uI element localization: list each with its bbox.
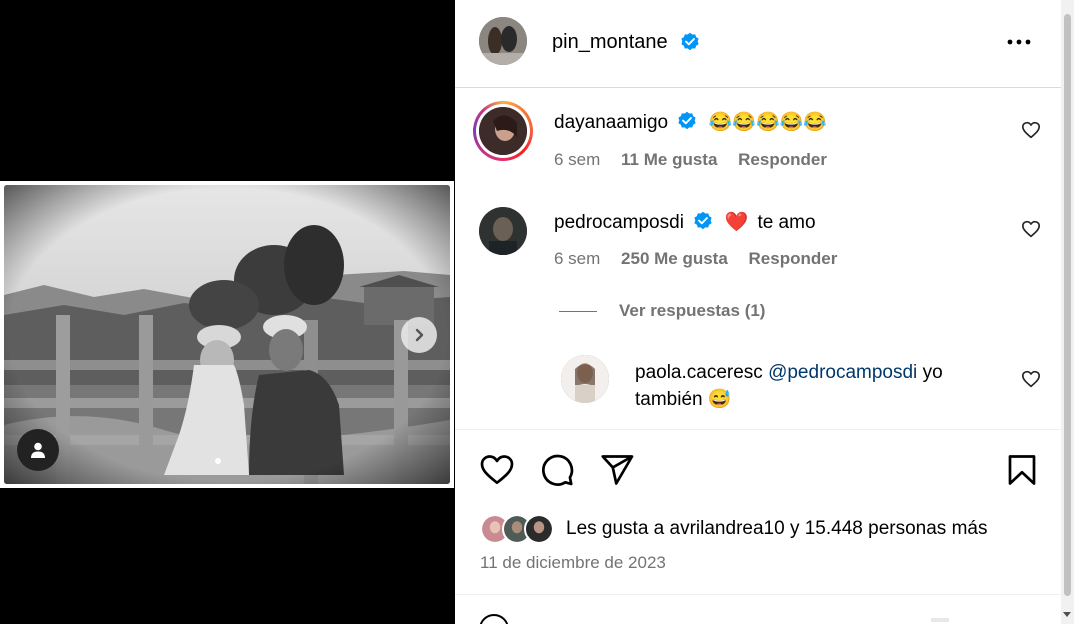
post-comment-button[interactable] (931, 618, 949, 622)
tagged-users-button[interactable] (17, 429, 59, 471)
comment-age: 6 sem (554, 150, 601, 169)
view-replies-toggle[interactable]: Ver respuestas (1) (559, 300, 765, 322)
post-side-pane: pin_montane dayanaamigo 😂😂😂😂😂 6 sem 11 M… (455, 0, 1061, 624)
comment-icon[interactable] (539, 452, 575, 488)
scroll-down-arrow-icon[interactable] (1063, 612, 1071, 617)
view-replies-label: Ver respuestas (1) (619, 301, 766, 320)
reply-text-b: también (635, 389, 703, 410)
reply-emoji: 😅 (707, 389, 732, 410)
comment-likes[interactable]: 11 Me gusta (621, 150, 717, 169)
post-date: 11 de diciembre de 2023 (480, 553, 666, 572)
comment-age: 6 sem (554, 249, 601, 268)
verified-badge-icon (681, 32, 699, 51)
replier-avatar[interactable] (561, 355, 609, 403)
actions-divider (455, 429, 1061, 430)
reply-text-a: yo (922, 362, 943, 383)
comment-body: pedrocamposdi ❤️ te amo (554, 210, 816, 235)
reply-button[interactable]: Responder (749, 249, 838, 268)
author-username[interactable]: pin_montane (552, 31, 668, 54)
likes-prefix: Les gusta a (566, 518, 665, 539)
likes-middle: y (789, 518, 800, 539)
reply-body: paola.caceresc @pedrocamposdi yo también… (635, 359, 1005, 413)
likes-text: Les gusta a avrilandrea10 y 15.448 perso… (566, 518, 987, 540)
comment-likes[interactable]: 250 Me gusta (621, 249, 728, 268)
verified-badge-icon (694, 211, 712, 230)
reply-button[interactable]: Responder (738, 150, 827, 169)
media-pane (0, 0, 455, 624)
commenter-avatar (479, 107, 527, 155)
comment-box-divider (455, 594, 1061, 595)
story-ring[interactable] (473, 101, 533, 161)
chevron-right-icon (415, 328, 424, 342)
liker-avatar (524, 514, 554, 544)
user-tag-icon (31, 442, 45, 458)
comment-meta: 6 sem 250 Me gusta Responder (554, 249, 853, 269)
post-header: pin_montane (455, 0, 1061, 88)
bookmark-icon[interactable] (1004, 452, 1040, 488)
reply-username[interactable]: paola.caceresc (635, 362, 763, 383)
commenter-avatar[interactable] (479, 207, 527, 255)
comment-like-heart-icon[interactable] (1021, 121, 1041, 139)
others-likes-link[interactable]: 15.448 personas más (805, 518, 988, 539)
emoji-icon[interactable] (479, 614, 509, 624)
comment-like-heart-icon[interactable] (1021, 370, 1041, 388)
comment-username[interactable]: dayanaamigo (554, 112, 668, 133)
comment-text: te amo (757, 212, 816, 233)
comment-body: dayanaamigo 😂😂😂😂😂 (554, 110, 827, 135)
post-photo[interactable] (4, 185, 450, 484)
more-options-icon[interactable] (1005, 34, 1033, 50)
post-photo-frame (0, 181, 454, 488)
scroll-thumb[interactable] (1064, 14, 1071, 596)
author-avatar[interactable] (479, 17, 527, 65)
comment-meta: 6 sem 11 Me gusta Responder (554, 150, 843, 170)
first-liker-link[interactable]: avrilandrea10 (670, 518, 785, 539)
carousel-dot-indicator (215, 458, 221, 464)
comment-emoji: ❤️ (724, 212, 749, 233)
reply-mention[interactable]: @pedrocamposdi (768, 362, 917, 383)
likes-summary[interactable]: Les gusta a avrilandrea10 y 15.448 perso… (480, 513, 987, 545)
verified-badge-icon (678, 111, 696, 130)
replies-divider-line (559, 310, 597, 312)
heart-icon[interactable] (479, 452, 515, 488)
comment-username[interactable]: pedrocamposdi (554, 212, 684, 233)
next-image-button[interactable] (401, 317, 437, 353)
comment-like-heart-icon[interactable] (1021, 220, 1041, 238)
share-icon[interactable] (599, 452, 635, 488)
comment-text: 😂😂😂😂😂 (708, 112, 827, 133)
scrollbar[interactable] (1061, 0, 1074, 624)
